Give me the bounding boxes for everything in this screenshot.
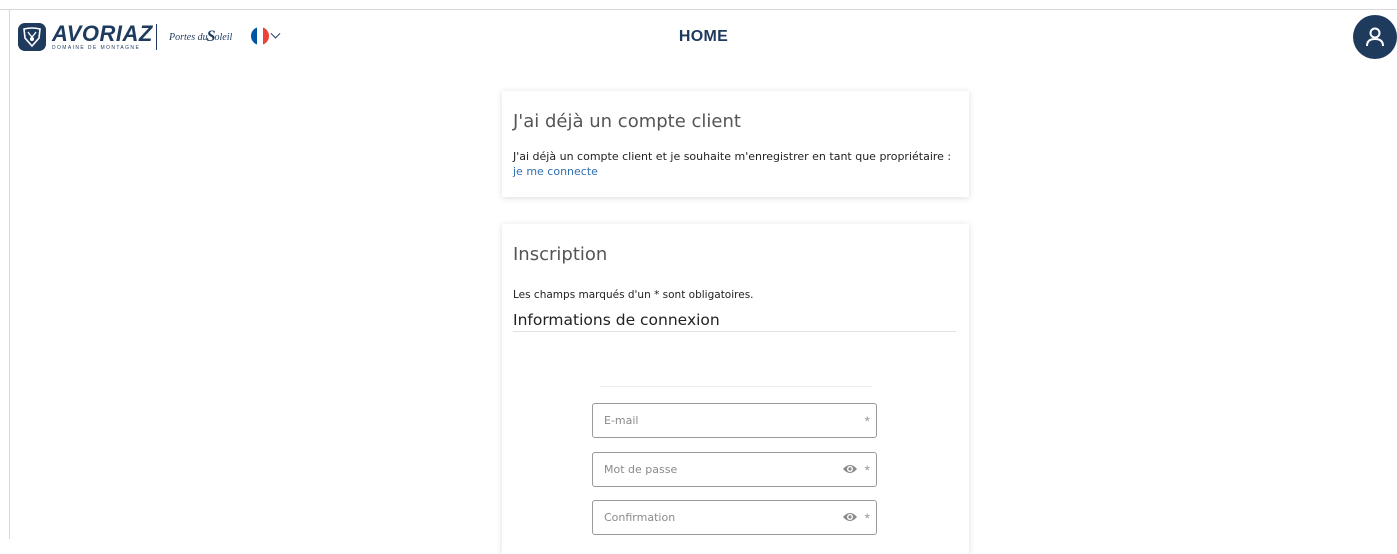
password-field: * (592, 452, 877, 487)
inner-divider (600, 386, 872, 387)
eye-icon[interactable] (842, 462, 858, 476)
required-fields-note: Les champs marqués d'un * sont obligatoi… (513, 289, 754, 301)
login-link[interactable]: je me connecte (513, 165, 598, 178)
password-input[interactable] (593, 453, 834, 486)
existing-account-card: J'ai déjà un compte client J'ai déjà un … (502, 91, 969, 197)
user-account-button[interactable] (1353, 15, 1397, 59)
section-divider (513, 331, 956, 332)
eye-icon[interactable] (842, 510, 858, 524)
frame-left-border (9, 9, 10, 539)
email-field: * (592, 403, 877, 438)
login-info-section-title: Informations de connexion (513, 311, 720, 329)
confirmation-field: * (592, 500, 877, 535)
email-input[interactable] (593, 404, 834, 437)
existing-account-description: J'ai déjà un compte client et je souhait… (513, 150, 952, 163)
user-icon (1366, 27, 1384, 47)
confirmation-input[interactable] (593, 501, 834, 534)
existing-account-text: J'ai déjà un compte client et je souhait… (513, 149, 953, 179)
brand-subtitle: DOMAINE DE MONTAGNE (52, 45, 141, 51)
signup-card: Inscription Les champs marqués d'un * so… (502, 224, 969, 554)
required-mark: * (864, 510, 870, 526)
required-mark: * (864, 413, 870, 429)
existing-account-title: J'ai déjà un compte client (513, 111, 741, 132)
site-header: AVORIAZ DOMAINE DE MONTAGNE Portes du S … (10, 10, 1397, 66)
required-mark: * (864, 462, 870, 478)
signup-title: Inscription (513, 244, 608, 265)
page-title: HOME (678, 28, 729, 45)
